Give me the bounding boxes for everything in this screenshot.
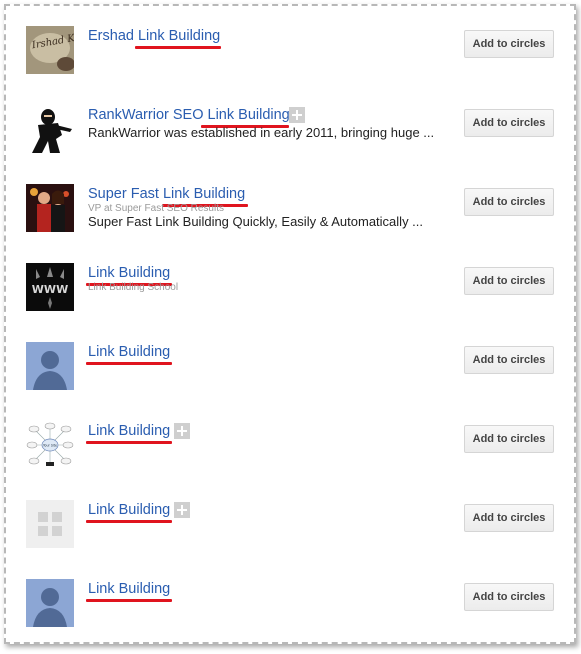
person-name[interactable]: Link Building	[88, 344, 170, 360]
avatar[interactable]	[26, 105, 74, 153]
add-to-circles-button[interactable]: Add to circles	[464, 583, 554, 611]
person-row: Irshad Khan Ershad Link Building Add to …	[6, 22, 574, 101]
google-plus-page-icon	[174, 502, 190, 518]
person-subtitle: Link Building School	[88, 282, 179, 293]
avatar[interactable]: WWW	[26, 263, 74, 311]
add-to-circles-button[interactable]: Add to circles	[464, 425, 554, 453]
add-to-circles-button[interactable]: Add to circles	[464, 109, 554, 137]
logo-sketch-icon: Irshad Khan	[26, 26, 74, 74]
person-name[interactable]: Link Building	[88, 265, 170, 281]
person-row: RankWarrior SEO Link Building RankWarrio…	[6, 101, 574, 180]
default-user-silhouette-icon	[26, 579, 74, 627]
person-description: RankWarrior was established in early 201…	[88, 125, 435, 140]
mindmap-diagram-icon: Your Site	[26, 421, 74, 469]
avatar[interactable]	[26, 500, 74, 548]
avatar[interactable]	[26, 184, 74, 232]
default-user-silhouette-icon	[26, 342, 74, 390]
keyword-underline	[86, 441, 172, 444]
keyword-underline	[86, 599, 172, 602]
person-name[interactable]: Super Fast Link Building	[88, 186, 245, 202]
google-plus-page-icon	[174, 423, 190, 439]
person-description: Super Fast Link Building Quickly, Easily…	[88, 214, 424, 229]
page-placeholder-icon	[26, 500, 74, 548]
avatar[interactable]	[26, 342, 74, 390]
person-name[interactable]: Link Building	[88, 581, 170, 597]
person-name[interactable]: Link Building	[88, 502, 170, 518]
keyword-underline	[135, 46, 221, 49]
add-to-circles-button[interactable]: Add to circles	[464, 267, 554, 295]
person-row: Link Building Add to circles	[6, 496, 574, 575]
results-panel: Irshad Khan Ershad Link Building Add to …	[4, 4, 576, 644]
person-row: Your Site Link Building Add to circles	[6, 417, 574, 496]
person-row: Link Building Add to circles	[6, 338, 574, 417]
add-to-circles-button[interactable]: Add to circles	[464, 188, 554, 216]
www-logo-icon: WWW	[26, 263, 74, 311]
person-subtitle: VP at Super Fast SEO Results	[88, 203, 224, 214]
avatar-diagram-text: Your Site	[43, 444, 57, 448]
add-to-circles-button[interactable]: Add to circles	[464, 30, 554, 58]
google-plus-page-icon	[289, 107, 305, 123]
avatar[interactable]: Your Site	[26, 421, 74, 469]
person-name[interactable]: Link Building	[88, 423, 170, 439]
add-to-circles-button[interactable]: Add to circles	[464, 346, 554, 374]
avatar[interactable]: Irshad Khan	[26, 26, 74, 74]
person-row: WWW Link Building Link Building School A…	[6, 259, 574, 338]
person-row: Super Fast Link Building VP at Super Fas…	[6, 180, 574, 259]
keyword-underline	[86, 520, 172, 523]
couple-photo-icon	[26, 184, 74, 232]
avatar[interactable]	[26, 579, 74, 627]
avatar-logo-text: WWW	[32, 283, 68, 296]
person-row: Link Building Add to circles	[6, 575, 574, 654]
keyword-underline	[86, 362, 172, 365]
add-to-circles-button[interactable]: Add to circles	[464, 504, 554, 532]
person-name[interactable]: RankWarrior SEO Link Building	[88, 107, 290, 123]
ninja-photo-icon	[26, 105, 74, 153]
person-name[interactable]: Ershad Link Building	[88, 28, 220, 44]
